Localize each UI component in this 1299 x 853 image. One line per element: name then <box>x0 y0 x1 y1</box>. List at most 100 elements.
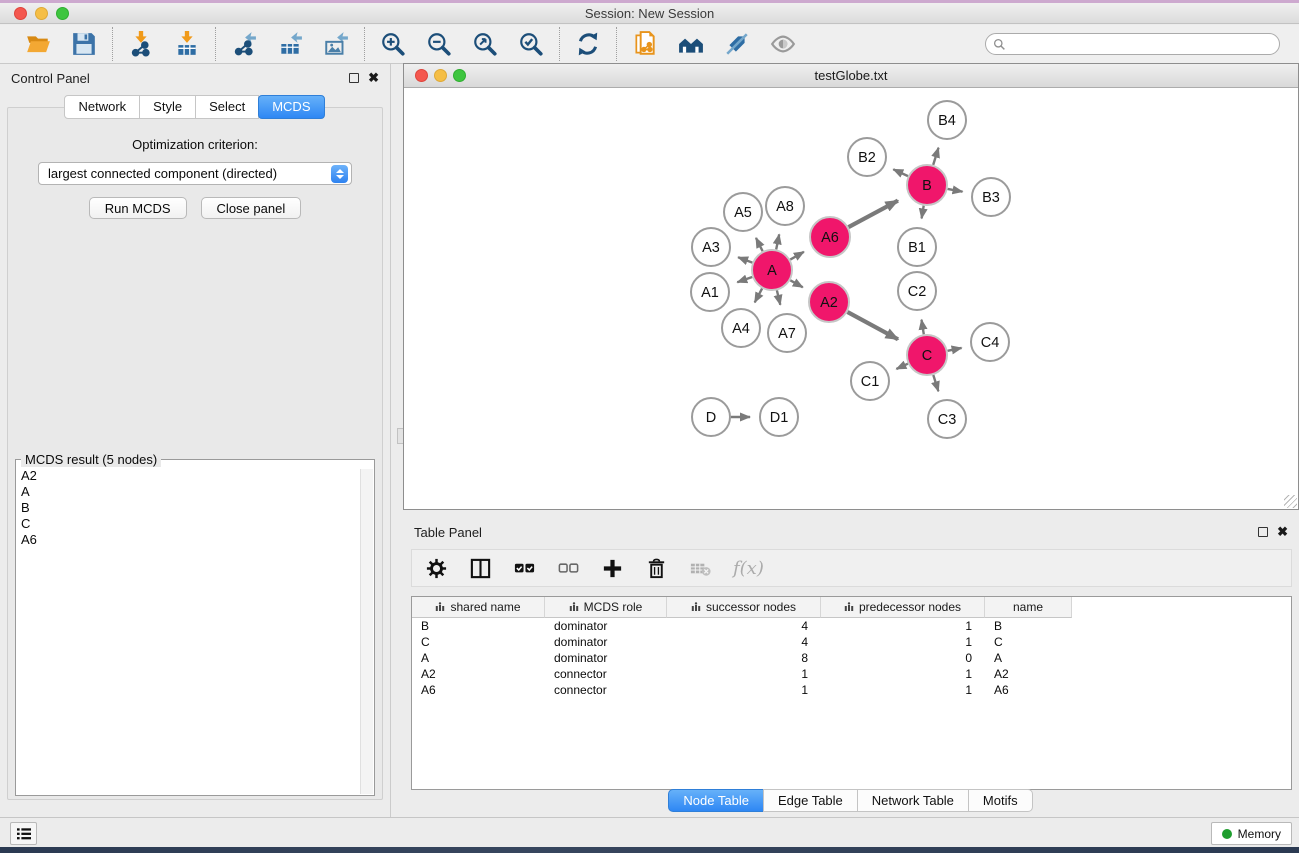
hide-labels-button[interactable] <box>722 29 752 59</box>
refresh-button[interactable] <box>573 29 603 59</box>
network-file-button[interactable] <box>630 29 660 59</box>
edge-B-B3[interactable] <box>948 189 963 192</box>
close-table-panel-icon[interactable]: ✖ <box>1277 527 1288 537</box>
network-canvas[interactable]: B4 B2 B B3 B1 A5A8A6 A3 A A1 C2 A2 A4A7 C4 C C1 C3 D D1 <box>404 88 1298 509</box>
edge-A6-B[interactable] <box>849 201 898 228</box>
edge-C-C4[interactable] <box>948 348 962 351</box>
node-C2[interactable]: C2 <box>898 272 936 310</box>
export-table-button[interactable] <box>275 29 305 59</box>
tab-network-table[interactable]: Network Table <box>857 789 969 812</box>
table-settings-gear-icon[interactable] <box>425 557 448 580</box>
edge-B-B1[interactable] <box>922 206 924 219</box>
table-row[interactable]: A2connector11A2 <box>412 666 1291 682</box>
import-table-button[interactable] <box>172 29 202 59</box>
node-A[interactable]: A <box>752 250 792 290</box>
table-row[interactable]: Adominator80A <box>412 650 1291 666</box>
deselect-all-columns-icon[interactable] <box>557 557 580 580</box>
node-A3[interactable]: A3 <box>692 228 730 266</box>
home-button[interactable] <box>676 29 706 59</box>
zoom-selected-button[interactable] <box>516 29 546 59</box>
node-B3[interactable]: B3 <box>972 178 1010 216</box>
tab-node-table[interactable]: Node Table <box>668 789 764 812</box>
node-A4[interactable]: A4 <box>722 309 760 347</box>
search-input[interactable] <box>1011 37 1272 52</box>
edge-A-A3[interactable] <box>738 257 752 262</box>
tab-network[interactable]: Network <box>64 95 140 119</box>
node-A7[interactable]: A7 <box>768 314 806 352</box>
edge-A-A8[interactable] <box>776 234 779 249</box>
float-table-panel-icon[interactable] <box>1258 527 1268 537</box>
tab-edge-table[interactable]: Edge Table <box>763 789 858 812</box>
node-A6[interactable]: A6 <box>810 217 850 257</box>
delete-column-trash-icon[interactable] <box>645 557 668 580</box>
save-session-button[interactable] <box>69 29 99 59</box>
zoom-out-button[interactable] <box>424 29 454 59</box>
close-panel-icon[interactable]: ✖ <box>368 73 379 83</box>
edge-C-C2[interactable] <box>922 320 924 335</box>
edge-A-A2[interactable] <box>790 280 803 287</box>
show-panels-button[interactable] <box>10 822 37 845</box>
node-A1[interactable]: A1 <box>691 273 729 311</box>
edge-C-C3[interactable] <box>933 375 938 391</box>
node-D[interactable]: D <box>692 398 730 436</box>
column-header-successor-nodes[interactable]: successor nodes <box>667 597 821 618</box>
mcds-result-item[interactable]: C <box>21 516 372 532</box>
search-field[interactable] <box>985 33 1280 55</box>
table-row[interactable]: Cdominator41C <box>412 634 1291 650</box>
node-D1[interactable]: D1 <box>760 398 798 436</box>
create-column-plus-icon[interactable] <box>601 557 624 580</box>
close-panel-button[interactable]: Close panel <box>201 197 302 219</box>
node-C1[interactable]: C1 <box>851 362 889 400</box>
edge-A-A5[interactable] <box>756 238 763 251</box>
edge-C-C1[interactable] <box>896 364 908 369</box>
criterion-select[interactable]: largest connected component (directed) <box>38 162 352 185</box>
show-columns-icon[interactable] <box>469 557 492 580</box>
node-B2[interactable]: B2 <box>848 138 886 176</box>
function-builder-icon[interactable]: f(x) <box>733 558 764 579</box>
node-A5[interactable]: A5 <box>724 193 762 231</box>
float-panel-icon[interactable] <box>349 73 359 83</box>
window-resize-grip[interactable] <box>1284 495 1297 508</box>
delete-table-icon[interactable] <box>689 557 712 580</box>
mcds-result-item[interactable]: B <box>21 500 372 516</box>
edge-A-A7[interactable] <box>777 290 780 304</box>
node-B1[interactable]: B1 <box>898 228 936 266</box>
edge-B-B4[interactable] <box>933 148 938 165</box>
export-network-button[interactable] <box>229 29 259 59</box>
run-mcds-button[interactable]: Run MCDS <box>89 197 187 219</box>
open-session-button[interactable] <box>23 29 53 59</box>
node-A2[interactable]: A2 <box>809 282 849 322</box>
table-row[interactable]: A6connector11A6 <box>412 682 1291 698</box>
column-header-mcds-role[interactable]: MCDS role <box>545 597 667 618</box>
column-header-predecessor-nodes[interactable]: predecessor nodes <box>821 597 985 618</box>
tab-motifs[interactable]: Motifs <box>968 789 1033 812</box>
node-B[interactable]: B <box>907 165 947 205</box>
edge-A-A6[interactable] <box>790 252 804 260</box>
node-B4[interactable]: B4 <box>928 101 966 139</box>
node-C[interactable]: C <box>907 335 947 375</box>
mcds-result-item[interactable]: A2 <box>21 468 372 484</box>
tab-mcds[interactable]: MCDS <box>258 95 324 119</box>
node-C4[interactable]: C4 <box>971 323 1009 361</box>
zoom-in-button[interactable] <box>378 29 408 59</box>
show-graphics-button[interactable] <box>768 29 798 59</box>
node-A8[interactable]: A8 <box>766 187 804 225</box>
export-image-button[interactable] <box>321 29 351 59</box>
tab-style[interactable]: Style <box>139 95 196 119</box>
mcds-result-item[interactable]: A <box>21 484 372 500</box>
edge-B-B2[interactable] <box>893 169 908 176</box>
memory-button[interactable]: Memory <box>1211 822 1292 845</box>
column-header-name[interactable]: name <box>985 597 1072 618</box>
network-graph[interactable]: B4 B2 B B3 B1 A5A8A6 A3 A A1 C2 A2 A4A7 C4 C C1 C3 D D1 <box>404 88 1298 509</box>
result-scrollbar[interactable] <box>360 469 373 794</box>
column-header-shared-name[interactable]: shared name <box>412 597 545 618</box>
select-all-columns-icon[interactable] <box>513 557 536 580</box>
table-row[interactable]: Bdominator41B <box>412 618 1291 634</box>
zoom-fit-button[interactable] <box>470 29 500 59</box>
mcds-result-item[interactable]: A6 <box>21 532 372 548</box>
edge-A2-C[interactable] <box>848 312 899 339</box>
node-C3[interactable]: C3 <box>928 400 966 438</box>
tab-select[interactable]: Select <box>195 95 259 119</box>
edge-A-A4[interactable] <box>755 289 762 303</box>
edge-A-A1[interactable] <box>737 277 752 282</box>
